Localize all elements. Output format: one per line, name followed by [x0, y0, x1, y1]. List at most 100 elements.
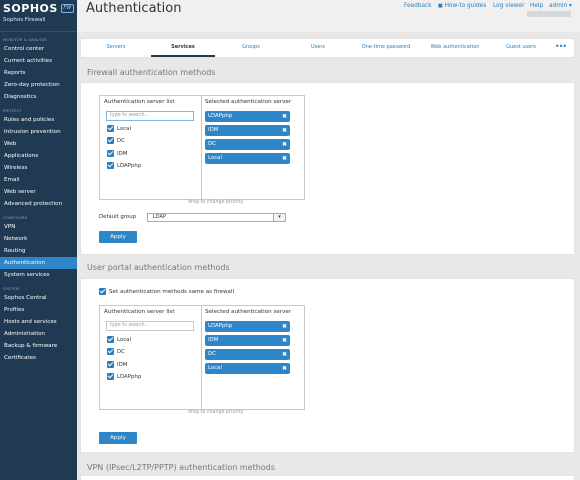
firewall-auth-server-box: Authentication server list type to searc…: [99, 95, 305, 200]
how-to-guides-label: How-to guides: [444, 3, 487, 9]
top-header: Authentication Feedback ■ How-to guides …: [77, 0, 580, 32]
server-checkbox-idm[interactable]: IDM: [107, 361, 127, 370]
remove-icon[interactable]: ✖: [282, 125, 287, 136]
sidebar: SOPHOS FW Sophos Firewall MONITOR & ANAL…: [0, 0, 77, 480]
server-label: DC: [117, 138, 125, 144]
selected-server-chip[interactable]: Local ✖: [205, 153, 290, 164]
server-checkbox-dc[interactable]: DC: [107, 137, 125, 146]
remove-icon[interactable]: ✖: [282, 363, 287, 374]
portal-auth-server-box: Authentication server list type to searc…: [99, 305, 305, 410]
sidebar-item-current-activities[interactable]: Current activities: [0, 55, 77, 67]
user-portal-section-title: User portal authentication methods: [87, 263, 230, 272]
sidebar-item-web-server[interactable]: Web server: [0, 186, 77, 198]
tab-servers[interactable]: Servers: [91, 39, 141, 57]
checkbox-checked-icon: [107, 125, 114, 132]
chip-label: IDM: [208, 337, 219, 343]
sidebar-item-network[interactable]: Network: [0, 233, 77, 245]
server-checkbox-local[interactable]: Local: [107, 336, 131, 345]
vpn-auth-card: [80, 475, 575, 480]
tab-users[interactable]: Users: [293, 39, 343, 57]
selected-server-chip[interactable]: LDAPphp ✖: [205, 111, 290, 122]
firewall-badge-icon: FW: [60, 4, 74, 13]
sidebar-item-zero-day-protection[interactable]: Zero-day protection: [0, 79, 77, 91]
sidebar-item-authentication[interactable]: Authentication: [0, 257, 77, 269]
vpn-auth-section-title: VPN (IPsec/L2TP/PPTP) authentication met…: [87, 463, 275, 472]
server-checkbox-dc[interactable]: DC: [107, 348, 125, 357]
more-tabs-icon[interactable]: •••: [555, 42, 567, 51]
server-search-input[interactable]: type to search...: [106, 321, 194, 331]
sidebar-item-backup-firmware[interactable]: Backup & firmware: [0, 340, 77, 352]
column-divider: [201, 306, 202, 409]
sidebar-item-intrusion-prevention[interactable]: Intrusion prevention: [0, 126, 77, 138]
remove-icon[interactable]: ✖: [282, 349, 287, 360]
server-search-input[interactable]: type to search...: [106, 111, 194, 121]
sidebar-item-certificates[interactable]: Certificates: [0, 352, 77, 364]
selected-server-title: Selected authentication server: [205, 309, 292, 315]
server-checkbox-ldapphp[interactable]: LDAPphp: [107, 373, 141, 382]
how-to-guides-link[interactable]: ■ How-to guides: [438, 3, 486, 9]
remove-icon[interactable]: ✖: [282, 321, 287, 332]
video-camera-icon: ■: [438, 3, 443, 9]
tab-guest-users[interactable]: Guest users: [496, 39, 546, 57]
sidebar-item-profiles[interactable]: Profiles: [0, 304, 77, 316]
selected-server-chip[interactable]: IDM ✖: [205, 125, 290, 136]
server-checkbox-ldapphp[interactable]: LDAPphp: [107, 162, 141, 171]
remove-icon[interactable]: ✖: [282, 111, 287, 122]
admin-menu[interactable]: admin ▾: [549, 3, 572, 9]
server-checkbox-idm[interactable]: IDM: [107, 150, 127, 159]
sidebar-item-routing[interactable]: Routing: [0, 245, 77, 257]
tab-groups[interactable]: Groups: [226, 39, 276, 57]
app-window: SOPHOS FW Sophos Firewall MONITOR & ANAL…: [0, 0, 580, 480]
firewall-apply-button[interactable]: Apply: [99, 231, 137, 243]
server-checkbox-local[interactable]: Local: [107, 125, 131, 134]
sidebar-item-wireless[interactable]: Wireless: [0, 162, 77, 174]
server-label: IDM: [117, 362, 128, 368]
sidebar-item-vpn[interactable]: VPN: [0, 221, 77, 233]
sidebar-item-control-center[interactable]: Control center: [0, 43, 77, 55]
remove-icon[interactable]: ✖: [282, 335, 287, 346]
firewall-auth-card: Authentication server list type to searc…: [80, 82, 575, 255]
checkbox-checked-icon: [107, 137, 114, 144]
firewall-auth-section-title: Firewall authentication methods: [87, 68, 216, 77]
selected-server-chip[interactable]: DC ✖: [205, 139, 290, 150]
tab-bar: Servers Services Groups Users One-time p…: [80, 38, 575, 58]
server-label: Local: [117, 126, 131, 132]
header-status-bar: [527, 11, 571, 17]
sidebar-item-rules-and-policies[interactable]: Rules and policies: [0, 114, 77, 126]
sidebar-item-hosts-and-services[interactable]: Hosts and services: [0, 316, 77, 328]
sidebar-item-web[interactable]: Web: [0, 138, 77, 150]
default-group-select[interactable]: LDAP ▾: [147, 213, 286, 222]
chip-label: Local: [208, 365, 222, 371]
sidebar-item-reports[interactable]: Reports: [0, 67, 77, 79]
portal-apply-button[interactable]: Apply: [99, 432, 137, 444]
tab-web-authentication[interactable]: Web authentication: [421, 39, 489, 57]
sidebar-item-system-services[interactable]: System services: [0, 269, 77, 281]
selected-server-chip[interactable]: IDM ✖: [205, 335, 290, 346]
server-label: LDAPphp: [117, 163, 142, 169]
selected-server-chip[interactable]: LDAPphp ✖: [205, 321, 290, 332]
checkbox-checked-icon: [107, 348, 114, 355]
sidebar-item-sophos-central[interactable]: Sophos Central: [0, 292, 77, 304]
selected-server-chip[interactable]: Local ✖: [205, 363, 290, 374]
sidebar-item-diagnostics[interactable]: Diagnostics: [0, 91, 77, 103]
selected-server-chip[interactable]: DC ✖: [205, 349, 290, 360]
remove-icon[interactable]: ✖: [282, 139, 287, 150]
tab-services[interactable]: Services: [151, 39, 215, 57]
feedback-link[interactable]: Feedback: [404, 3, 432, 9]
sidebar-item-administration[interactable]: Administration: [0, 328, 77, 340]
default-group-label: Default group: [99, 214, 137, 220]
drag-hint: drag to change priority: [188, 200, 244, 205]
tab-one-time-password[interactable]: One-time password: [351, 39, 421, 57]
help-link[interactable]: Help: [530, 3, 543, 9]
same-as-firewall-checkbox[interactable]: Set authentication methods same as firew…: [99, 288, 234, 295]
checkbox-checked-icon: [107, 150, 114, 157]
sidebar-item-applications[interactable]: Applications: [0, 150, 77, 162]
selected-server-title: Selected authentication server: [205, 99, 292, 105]
remove-icon[interactable]: ✖: [282, 153, 287, 164]
sidebar-item-advanced-protection[interactable]: Advanced protection: [0, 198, 77, 210]
server-list-title: Authentication server list: [104, 99, 175, 105]
logo-text: SOPHOS: [3, 2, 58, 15]
sidebar-item-email[interactable]: Email: [0, 174, 77, 186]
logo[interactable]: SOPHOS FW Sophos Firewall: [0, 0, 77, 32]
log-viewer-link[interactable]: Log viewer: [493, 3, 525, 9]
